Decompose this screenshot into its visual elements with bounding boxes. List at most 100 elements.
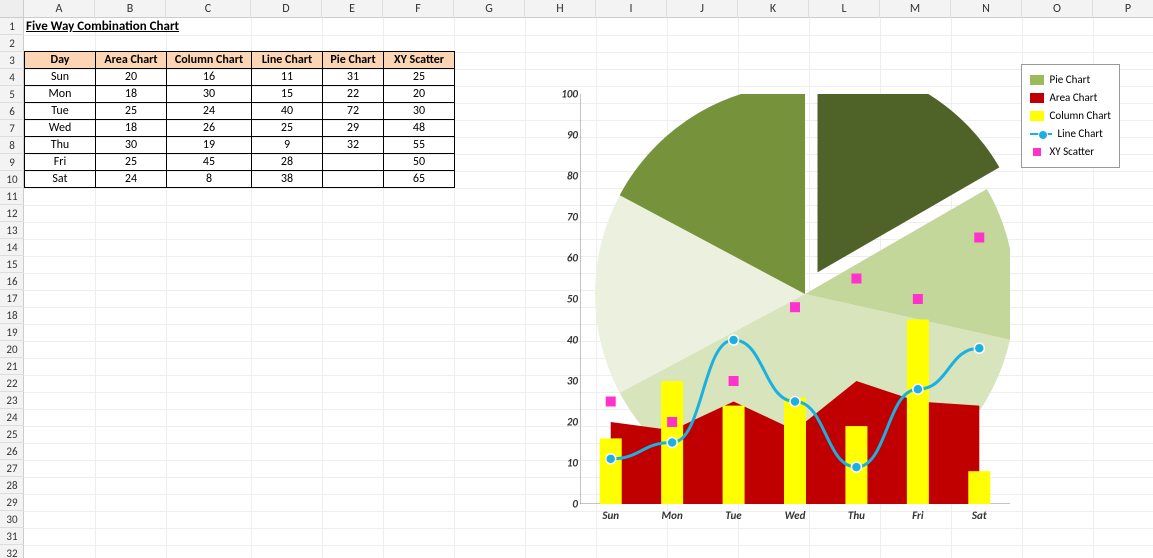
row-headers[interactable]: 1234567891011121314151617181920212223242…: [0, 18, 24, 558]
legend-item-pie[interactable]: Pie Chart: [1030, 71, 1111, 89]
row-header-20[interactable]: 20: [0, 341, 24, 358]
table-cell[interactable]: 28: [252, 154, 323, 171]
table-cell[interactable]: 26: [167, 120, 252, 137]
table-cell[interactable]: Sat: [25, 171, 96, 188]
table-row[interactable]: Mon1830152220: [25, 86, 455, 103]
table-cell[interactable]: 32: [323, 137, 384, 154]
combo-chart[interactable]: 0102030405060708090100 SunMonTueWedThuFr…: [520, 44, 1130, 554]
row-header-1[interactable]: 1: [0, 18, 24, 35]
legend[interactable]: Pie Chart Area Chart Column Chart Line C…: [1021, 64, 1120, 168]
table-cell[interactable]: 72: [323, 103, 384, 120]
row-header-26[interactable]: 26: [0, 443, 24, 460]
row-header-32[interactable]: 32: [0, 545, 24, 558]
row-header-7[interactable]: 7: [0, 120, 24, 137]
legend-item-area[interactable]: Area Chart: [1030, 89, 1111, 107]
table-header[interactable]: Pie Chart: [323, 52, 384, 69]
table-cell[interactable]: Wed: [25, 120, 96, 137]
table-header[interactable]: Area Chart: [96, 52, 167, 69]
table-cell[interactable]: 29: [323, 120, 384, 137]
table-cell[interactable]: 19: [167, 137, 252, 154]
row-header-14[interactable]: 14: [0, 239, 24, 256]
table-cell[interactable]: Thu: [25, 137, 96, 154]
row-header-6[interactable]: 6: [0, 103, 24, 120]
table-row[interactable]: Thu301993255: [25, 137, 455, 154]
table-cell[interactable]: 30: [96, 137, 167, 154]
table-cell[interactable]: 25: [96, 154, 167, 171]
table-cell[interactable]: [323, 171, 384, 188]
row-header-11[interactable]: 11: [0, 188, 24, 205]
table-row[interactable]: Tue2524407230: [25, 103, 455, 120]
row-header-31[interactable]: 31: [0, 528, 24, 545]
table-cell[interactable]: 31: [323, 69, 384, 86]
row-header-5[interactable]: 5: [0, 86, 24, 103]
row-header-3[interactable]: 3: [0, 52, 24, 69]
row-header-4[interactable]: 4: [0, 69, 24, 86]
select-all-corner[interactable]: [0, 0, 24, 18]
col-header-C[interactable]: C: [166, 0, 251, 18]
col-header-M[interactable]: M: [880, 0, 951, 18]
table-cell[interactable]: 38: [252, 171, 323, 188]
col-header-O[interactable]: O: [1022, 0, 1093, 18]
row-header-29[interactable]: 29: [0, 494, 24, 511]
table-cell[interactable]: Mon: [25, 86, 96, 103]
table-cell[interactable]: 40: [252, 103, 323, 120]
table-cell[interactable]: 30: [384, 103, 455, 120]
table-cell[interactable]: 20: [384, 86, 455, 103]
table-cell[interactable]: 8: [167, 171, 252, 188]
col-header-F[interactable]: F: [383, 0, 454, 18]
table-cell[interactable]: 45: [167, 154, 252, 171]
col-header-P[interactable]: P: [1093, 0, 1153, 18]
col-header-L[interactable]: L: [809, 0, 880, 18]
row-header-18[interactable]: 18: [0, 307, 24, 324]
col-header-E[interactable]: E: [322, 0, 383, 18]
row-header-22[interactable]: 22: [0, 375, 24, 392]
row-header-8[interactable]: 8: [0, 137, 24, 154]
table-row[interactable]: Sat2483865: [25, 171, 455, 188]
table-cell[interactable]: 15: [252, 86, 323, 103]
table-cell[interactable]: 25: [96, 103, 167, 120]
row-header-30[interactable]: 30: [0, 511, 24, 528]
legend-item-column[interactable]: Column Chart: [1030, 107, 1111, 125]
table-cell[interactable]: 25: [384, 69, 455, 86]
table-row[interactable]: Wed1826252948: [25, 120, 455, 137]
table-cell[interactable]: 16: [167, 69, 252, 86]
table-cell[interactable]: 24: [167, 103, 252, 120]
table-header[interactable]: Column Chart: [167, 52, 252, 69]
row-header-10[interactable]: 10: [0, 171, 24, 188]
table-header[interactable]: Line Chart: [252, 52, 323, 69]
col-header-D[interactable]: D: [251, 0, 322, 18]
table-cell[interactable]: Tue: [25, 103, 96, 120]
table-cell[interactable]: 22: [323, 86, 384, 103]
column-headers[interactable]: ABCDEFGHIJKLMNOP: [24, 0, 1153, 18]
col-header-G[interactable]: G: [454, 0, 525, 18]
col-header-B[interactable]: B: [95, 0, 166, 18]
table-cell[interactable]: Fri: [25, 154, 96, 171]
col-header-I[interactable]: I: [596, 0, 667, 18]
row-header-24[interactable]: 24: [0, 409, 24, 426]
col-header-J[interactable]: J: [667, 0, 738, 18]
table-cell[interactable]: 20: [96, 69, 167, 86]
table-cell[interactable]: 18: [96, 120, 167, 137]
data-table[interactable]: DayArea ChartColumn ChartLine ChartPie C…: [24, 51, 455, 188]
row-header-16[interactable]: 16: [0, 273, 24, 290]
table-cell[interactable]: [323, 154, 384, 171]
table-header[interactable]: Day: [25, 52, 96, 69]
table-cell[interactable]: 50: [384, 154, 455, 171]
row-header-23[interactable]: 23: [0, 392, 24, 409]
table-row[interactable]: Fri254528 50: [25, 154, 455, 171]
col-header-A[interactable]: A: [24, 0, 95, 18]
row-header-25[interactable]: 25: [0, 426, 24, 443]
row-header-17[interactable]: 17: [0, 290, 24, 307]
row-header-19[interactable]: 19: [0, 324, 24, 341]
row-header-15[interactable]: 15: [0, 256, 24, 273]
table-cell[interactable]: 9: [252, 137, 323, 154]
table-cell[interactable]: 55: [384, 137, 455, 154]
table-header[interactable]: XY Scatter: [384, 52, 455, 69]
col-header-N[interactable]: N: [951, 0, 1022, 18]
table-cell[interactable]: 18: [96, 86, 167, 103]
table-cell[interactable]: 25: [252, 120, 323, 137]
row-header-21[interactable]: 21: [0, 358, 24, 375]
legend-item-line[interactable]: Line Chart: [1030, 125, 1111, 143]
table-cell[interactable]: 48: [384, 120, 455, 137]
row-header-13[interactable]: 13: [0, 222, 24, 239]
